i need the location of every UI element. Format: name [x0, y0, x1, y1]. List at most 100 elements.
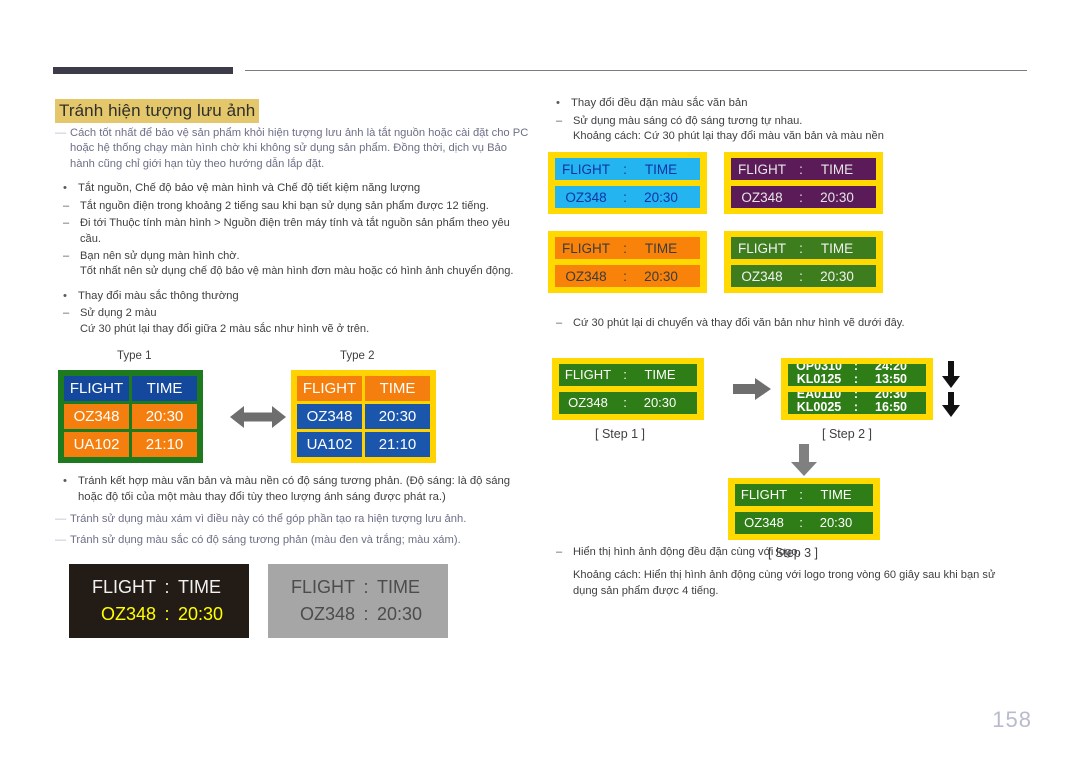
step2-board: OP0310 : 24:20 KL0125 : 13:50 EA0110 : 2… — [781, 357, 933, 420]
step2-caption: [ Step 2 ] — [822, 426, 873, 441]
table-row: FLIGHT TIME — [64, 376, 197, 402]
separator-colon: : — [164, 577, 170, 598]
cell-flight-ua102: UA102 — [64, 432, 129, 458]
gray-contrast-panel: FLIGHT : TIME OZ348 : 20:30 — [268, 564, 448, 639]
purple-board-data-strip: OZ348 : 20:30 — [731, 186, 876, 209]
separator-colon: : — [623, 367, 627, 383]
sub-bright-colors-cont: Khoảng cách: Cứ 30 phút lại thay đổi màu… — [573, 130, 884, 142]
value-flight: OZ348 — [565, 268, 607, 284]
dash-icon: – — [63, 199, 70, 212]
value-time: 20:30 — [643, 395, 677, 411]
cell-time-2110: 21:10 — [132, 432, 197, 458]
separator-colon: : — [623, 268, 627, 284]
green-board: FLIGHT : TIME OZ348 : 20:30 — [724, 231, 883, 294]
blue-board: FLIGHT : TIME OZ348 : 20:30 — [548, 152, 707, 215]
dark-panel-row-header: FLIGHT : TIME — [88, 577, 230, 598]
value-flight: OZ348 — [100, 604, 156, 625]
down-arrow-icon — [791, 443, 817, 476]
label-time: TIME — [820, 240, 854, 256]
bullet-avoid-contrast-text: Tránh kết hợp màu văn bản và màu nền có … — [78, 475, 403, 488]
separator-colon: : — [853, 372, 859, 386]
separator-colon: : — [623, 395, 627, 411]
dash-icon: – — [63, 250, 70, 263]
step1-caption: [ Step 1 ] — [595, 426, 646, 441]
sub-two-colors-cont: Cứ 30 phút lại thay đổi giữa 2 màu sắc n… — [80, 322, 370, 335]
sub-display-properties-text: Đi tới Thuộc tính màn hình > Nguồn điện … — [80, 217, 510, 245]
header-cell-flight: FLIGHT — [64, 376, 129, 402]
bullet-text-color-change-text: Thay đổi đều đặn màu sắc văn bản — [571, 97, 748, 109]
sub-bright-colors-text: Sử dụng màu sáng có độ sáng tương tự nha… — [573, 114, 803, 127]
header-cell-time: TIME — [365, 376, 430, 402]
blue-board-header-strip: FLIGHT : TIME — [555, 158, 700, 181]
note-avoid-brightness: — Tránh sử dụng màu sắc có độ sáng tương… — [55, 533, 533, 548]
bullet-power-saving: • Tắt nguồn, Chế độ bảo vệ màn hình và C… — [55, 181, 533, 197]
label-time: TIME — [820, 487, 852, 503]
sub-two-colors-text: Sử dụng 2 màu — [80, 307, 157, 320]
step3-header-strip: FLIGHT : TIME — [735, 483, 873, 506]
label-time: TIME — [178, 577, 221, 598]
note-avoid-gray-text: Tránh sử dụng màu xám vì điều này có thể… — [70, 513, 467, 526]
header-cell-time: TIME — [132, 376, 197, 402]
value-time: 13:50 — [875, 372, 907, 386]
sub-logo-animation: – Hiển thị hình ảnh động đều đặn cùng vớ… — [548, 545, 1038, 599]
note-dash-icon: — — [55, 513, 67, 526]
label-flight: FLIGHT — [561, 161, 610, 177]
step1-header-strip: FLIGHT : TIME — [559, 363, 697, 386]
sub-move-text-text: Cứ 30 phút lại di chuyển và thay đổi văn… — [573, 317, 905, 330]
bullet-color-change-text: Thay đổi màu sắc thông thường — [78, 289, 239, 302]
dark-panel-row-data: OZ348 : 20:30 — [88, 604, 230, 625]
flight-table-type2: FLIGHT TIME OZ348 20:30 UA102 21:10 — [291, 370, 436, 464]
step1-data-strip: OZ348 : 20:30 — [559, 391, 697, 414]
type1-label: Type 1 — [117, 350, 152, 363]
bullet-avoid-contrast-cont2: phát ra.) — [403, 490, 446, 503]
flight-table-type1: FLIGHT TIME OZ348 20:30 UA102 21:10 — [58, 370, 203, 464]
header-accent-bar — [53, 67, 233, 74]
separator-colon: : — [799, 268, 803, 284]
purple-board: FLIGHT : TIME OZ348 : 20:30 — [724, 152, 883, 215]
bullet-text-color-change: • Thay đổi đều đặn màu sắc văn bản — [548, 96, 1038, 112]
sub-move-text: – Cứ 30 phút lại di chuyển và thay đổi v… — [548, 316, 1038, 331]
value-time: 20:30 — [820, 189, 854, 205]
separator-colon: : — [363, 577, 369, 598]
value-flight: OZ348 — [744, 515, 784, 531]
step2-row-kl0025: KL0025 : 16:50 — [788, 400, 926, 414]
step2-strip-2: EA0110 : 20:30 KL0025 : 16:50 — [788, 391, 926, 414]
value-flight: KL0125 — [796, 372, 842, 386]
label-time: TIME — [820, 161, 854, 177]
sub-power-off-text: Tắt nguồn điện trong khoảng 2 tiếng sau … — [80, 199, 489, 212]
separator-colon: : — [363, 604, 369, 625]
sub-two-colors: – Sử dụng 2 màu Cứ 30 phút lại thay đổi … — [55, 306, 533, 337]
bullet-power-saving-text: Tắt nguồn, Chế độ bảo vệ màn hình và Chế… — [78, 182, 421, 195]
separator-colon: : — [799, 487, 803, 503]
value-flight: KL0025 — [796, 400, 842, 414]
value-flight: OZ348 — [299, 604, 355, 625]
cell-flight-ua102: UA102 — [297, 432, 362, 458]
color-boards-grid: FLIGHT : TIME OZ348 : 20:30 FLIGHT : TIM… — [548, 152, 888, 304]
table-row: OZ348 20:30 — [64, 404, 197, 430]
table-row: FLIGHT TIME — [297, 376, 430, 402]
separator-colon: : — [799, 515, 803, 531]
label-time: TIME — [644, 240, 678, 256]
value-time: 20:30 — [377, 604, 423, 625]
note-dash-icon: — — [55, 127, 67, 139]
bullet-dot-icon: • — [556, 97, 560, 109]
bullet-color-change: • Thay đổi màu sắc thông thường — [55, 289, 533, 305]
label-flight: FLIGHT — [737, 240, 786, 256]
sub-bright-colors: – Sử dụng màu sáng có độ sáng tương tự n… — [548, 114, 1038, 145]
cell-time-2110: 21:10 — [365, 432, 430, 458]
value-flight: OZ348 — [568, 395, 608, 411]
note-avoid-gray: — Tránh sử dụng màu xám vì điều này có t… — [55, 512, 533, 527]
label-flight: FLIGHT — [561, 240, 610, 256]
note-dash-icon: — — [55, 533, 67, 546]
sub-logo-animation-cont2: dụng sản phẩm được 4 tiếng. — [573, 584, 719, 597]
page-number: 158 — [992, 707, 1032, 732]
orange-board: FLIGHT : TIME OZ348 : 20:30 — [548, 231, 707, 294]
sub-logo-animation-cont1: Khoảng cách: Hiển thị hình ảnh động cùng… — [573, 569, 996, 582]
scroll-down-arrows-icon — [942, 360, 960, 417]
value-time: 16:50 — [875, 400, 907, 414]
separator-colon: : — [853, 400, 859, 414]
orange-board-header-strip: FLIGHT : TIME — [555, 237, 700, 260]
sub-screensaver: – Bạn nên sử dụng màn hình chờ. Tốt nhất… — [55, 249, 533, 280]
separator-colon: : — [623, 240, 627, 256]
sub-display-properties: – Đi tới Thuộc tính màn hình > Nguồn điệ… — [55, 216, 533, 247]
